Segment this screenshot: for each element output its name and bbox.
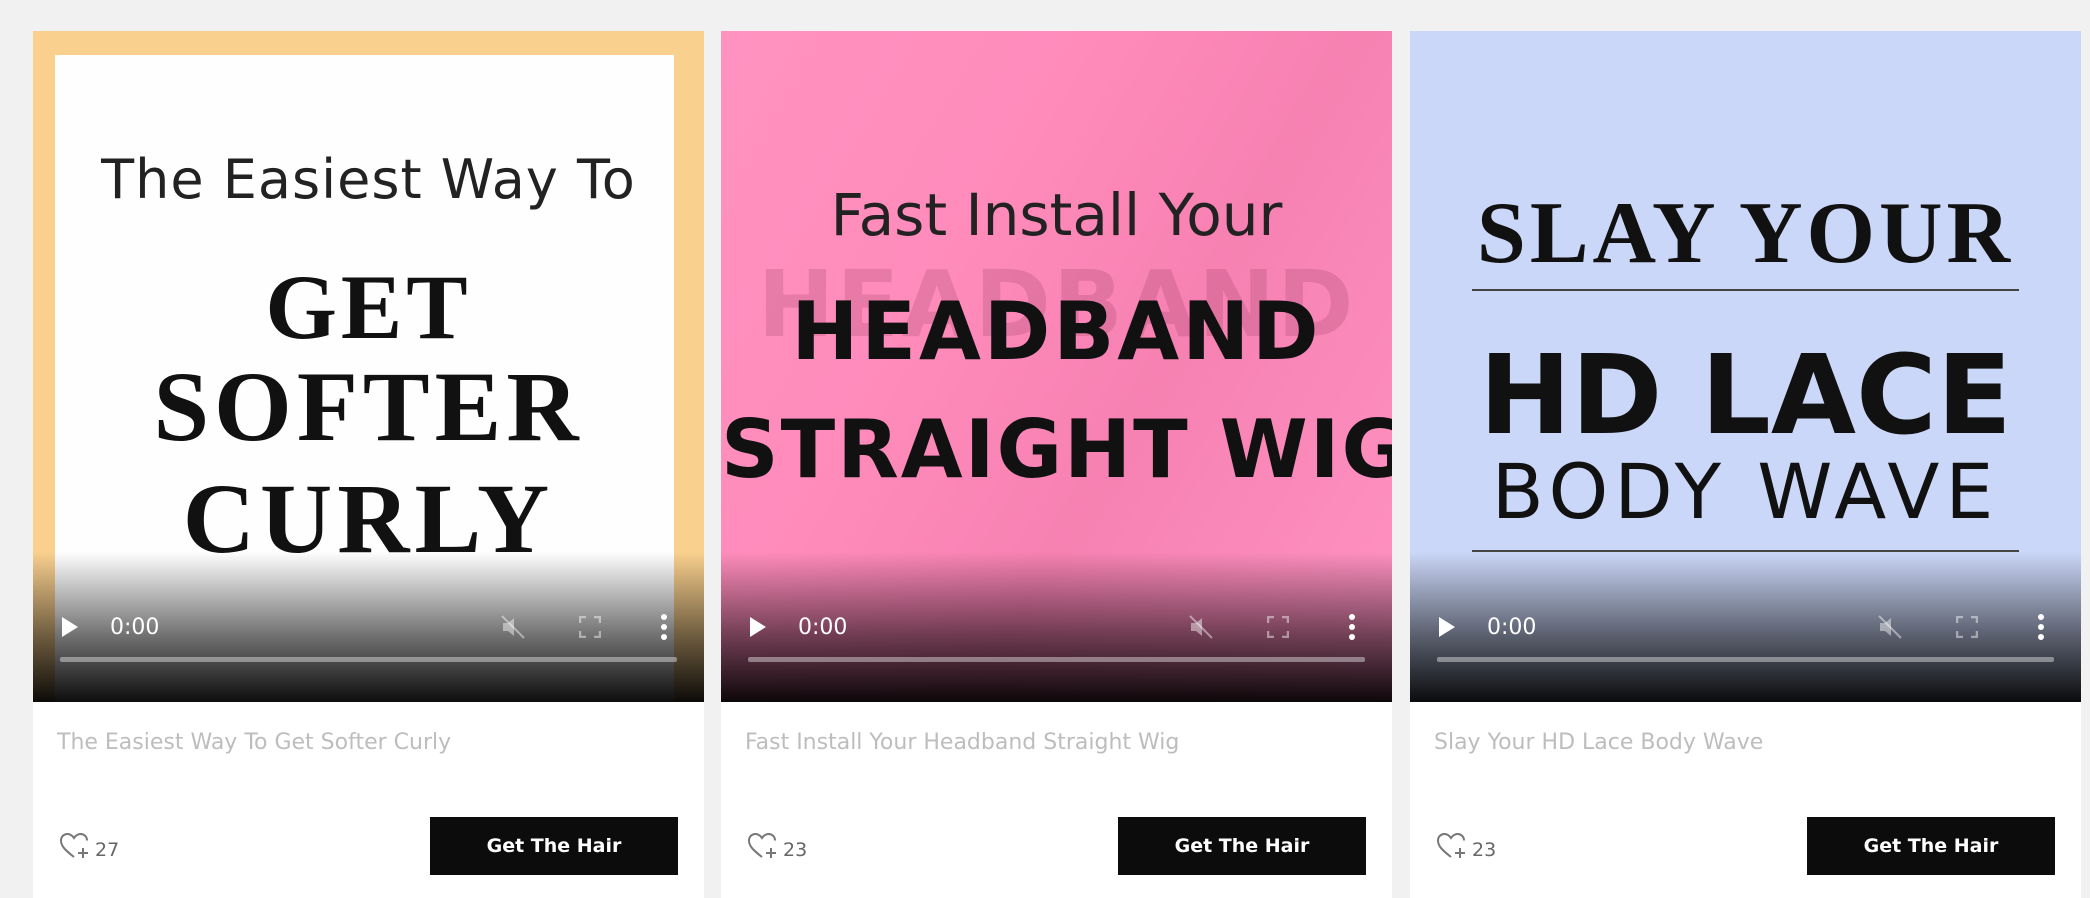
video-card: HEADBAND Fast Install Your HEADBAND STRA… [721, 31, 1392, 898]
video-title[interactable]: Slay Your HD Lace Body Wave [1434, 730, 1763, 755]
poster-text: HD LACE [1479, 331, 2012, 459]
video-card: The Easiest Way To GET SOFTER CURLY 0:00 [33, 31, 704, 898]
heart-plus-icon[interactable] [59, 831, 91, 861]
poster-text: BODY WAVE [1491, 447, 2000, 536]
video-title[interactable]: The Easiest Way To Get Softer Curly [57, 730, 451, 755]
get-the-hair-button[interactable]: Get The Hair [430, 817, 678, 875]
like-count: 23 [783, 839, 808, 861]
fullscreen-icon[interactable] [579, 616, 601, 638]
like-counter[interactable]: 23 [1436, 831, 1496, 861]
heart-plus-icon[interactable] [747, 831, 779, 861]
progress-bar[interactable] [748, 657, 1365, 662]
video-title[interactable]: Fast Install Your Headband Straight Wig [745, 730, 1179, 755]
video-player[interactable]: HEADBAND Fast Install Your HEADBAND STRA… [721, 31, 1392, 702]
fullscreen-icon[interactable] [1267, 616, 1289, 638]
video-player[interactable]: The Easiest Way To GET SOFTER CURLY 0:00 [33, 31, 704, 702]
get-the-hair-button[interactable]: Get The Hair [1118, 817, 1366, 875]
get-the-hair-button[interactable]: Get The Hair [1807, 817, 2055, 875]
video-time: 0:00 [1487, 615, 1537, 640]
video-time: 0:00 [110, 615, 160, 640]
like-counter[interactable]: 27 [59, 831, 119, 861]
fullscreen-icon[interactable] [1956, 616, 1978, 638]
video-controls: 0:00 [721, 552, 1392, 702]
poster-text: The Easiest Way To [101, 148, 636, 211]
muted-speaker-icon[interactable] [500, 614, 526, 640]
play-icon[interactable] [1439, 617, 1455, 637]
video-product-grid: The Easiest Way To GET SOFTER CURLY 0:00 [0, 0, 2090, 898]
play-icon[interactable] [750, 617, 766, 637]
more-vertical-icon[interactable] [1348, 614, 1356, 640]
more-vertical-icon[interactable] [660, 614, 668, 640]
video-player[interactable]: SLAY YOUR HD LACE BODY WAVE 0:00 [1410, 31, 2081, 702]
video-time: 0:00 [798, 615, 848, 640]
poster-text: Fast Install Your [830, 181, 1283, 249]
poster-text: GET [265, 256, 472, 358]
more-vertical-icon[interactable] [2037, 614, 2045, 640]
poster-text: SLAY YOUR [1476, 185, 2015, 282]
muted-speaker-icon[interactable] [1188, 614, 1214, 640]
like-count: 23 [1472, 839, 1497, 861]
video-card: SLAY YOUR HD LACE BODY WAVE 0:00 Slay Yo… [1410, 31, 2081, 898]
poster-text: STRAIGHT WIG [721, 403, 1392, 496]
video-controls: 0:00 [33, 552, 704, 702]
poster-text: HEADBAND [791, 285, 1322, 378]
play-icon[interactable] [62, 617, 78, 637]
poster-text: SOFTER [153, 351, 584, 462]
muted-speaker-icon[interactable] [1877, 614, 1903, 640]
video-controls: 0:00 [1410, 552, 2081, 702]
poster-divider [1472, 289, 2019, 291]
heart-plus-icon[interactable] [1436, 831, 1468, 861]
like-count: 27 [95, 839, 120, 861]
progress-bar[interactable] [1437, 657, 2054, 662]
progress-bar[interactable] [60, 657, 677, 662]
like-counter[interactable]: 23 [747, 831, 807, 861]
